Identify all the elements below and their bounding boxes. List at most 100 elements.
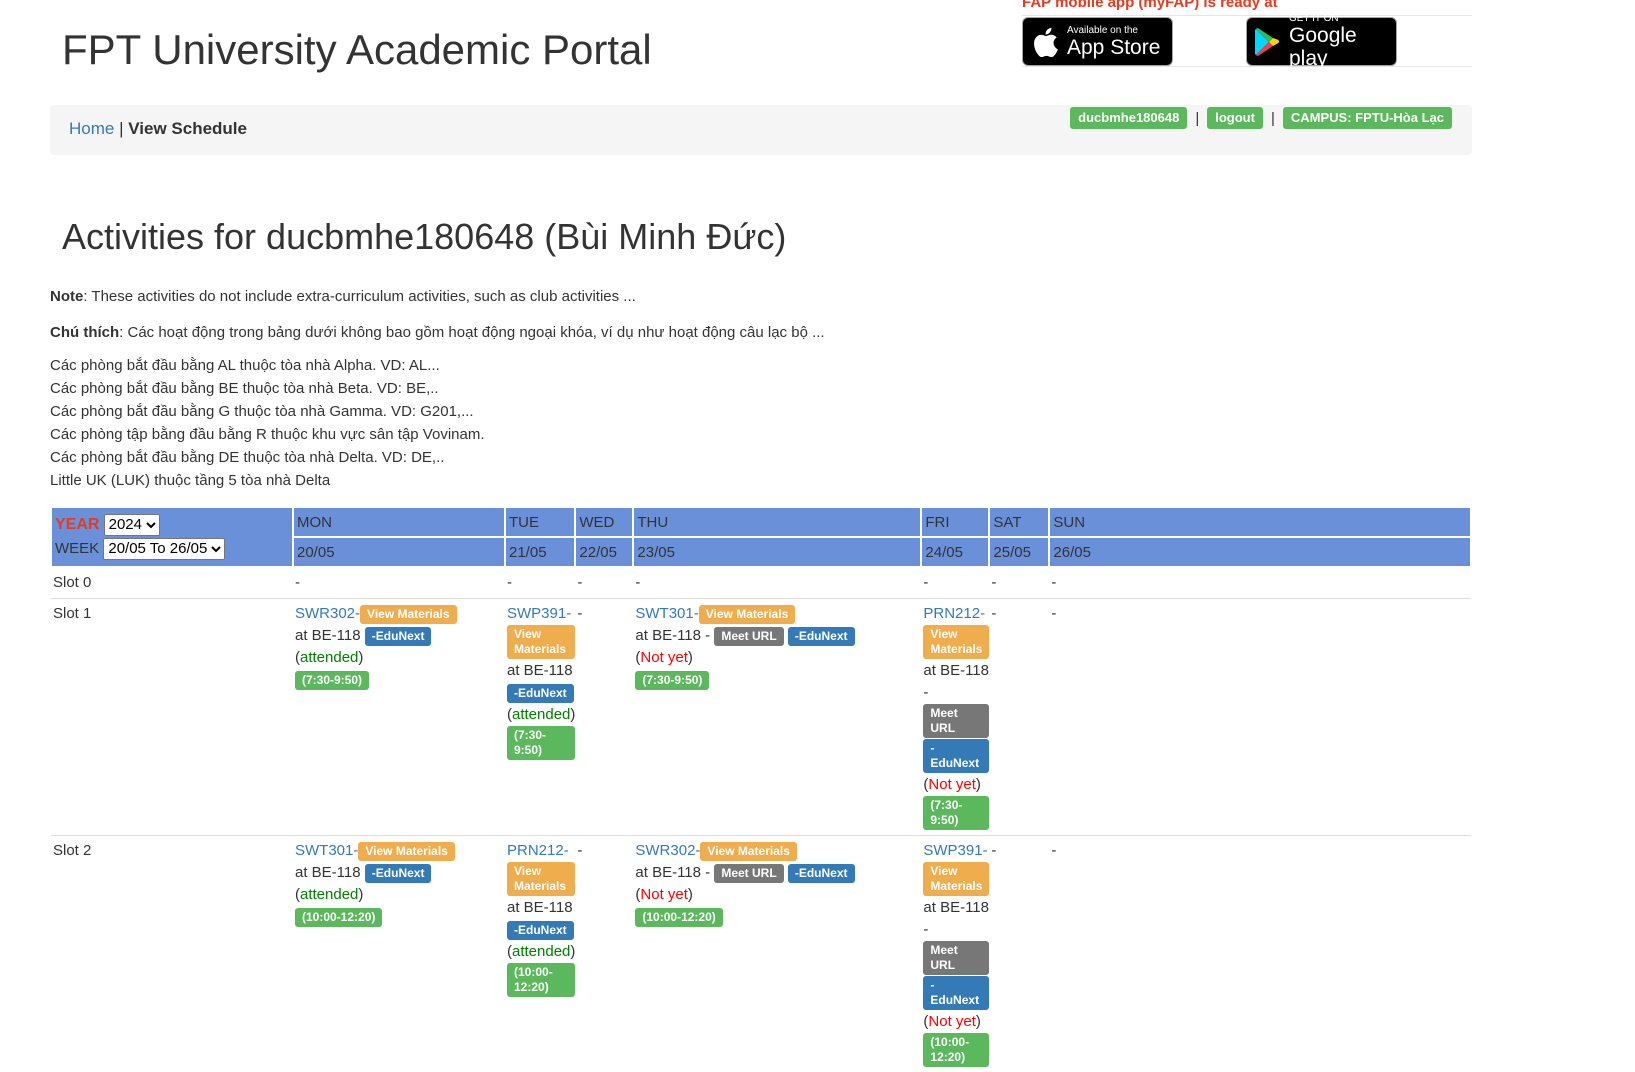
- time-badge: (7:30-9:50): [295, 671, 369, 690]
- edunext-button[interactable]: -EduNext: [923, 739, 989, 773]
- page-title: Activities for ducbmhe180648 (Bùi Minh Đ…: [62, 216, 786, 258]
- empty-cell: -: [295, 574, 300, 591]
- time-badge: (10:00-12:20): [923, 1033, 989, 1067]
- empty-cell: -: [991, 605, 996, 622]
- edunext-button[interactable]: -EduNext: [365, 627, 432, 646]
- course-link[interactable]: PRN212-: [507, 842, 569, 859]
- time-badge: (7:30-9:50): [507, 726, 575, 760]
- building-note: Các phòng bắt đầu bằng BE thuộc tòa nhà …: [50, 377, 825, 400]
- empty-cell: -: [1051, 605, 1056, 622]
- date-header: 22/05: [575, 537, 633, 567]
- day-header: THU: [633, 507, 921, 537]
- date-header: 23/05: [633, 537, 921, 567]
- edunext-button[interactable]: -EduNext: [507, 921, 574, 940]
- date-header: 20/05: [293, 537, 505, 567]
- empty-cell: -: [991, 574, 996, 591]
- empty-cell: -: [507, 574, 512, 591]
- app-store-big-text: App Store: [1067, 36, 1160, 59]
- schedule-cell: -: [575, 836, 633, 1072]
- note-text: : These activities do not include extra-…: [83, 288, 635, 305]
- breadcrumb-separator: |: [119, 119, 123, 138]
- view-materials-button[interactable]: View Materials: [507, 625, 575, 659]
- schedule-table: YEAR 2024 WEEK 20/05 To 26/05 MON TUE WE…: [50, 506, 1472, 1072]
- view-materials-button[interactable]: View Materials: [507, 862, 575, 896]
- logout-button[interactable]: logout: [1207, 107, 1263, 129]
- schedule-body: Slot 0-------Slot 1SWR302-View Materials…: [51, 567, 1471, 1072]
- edunext-button[interactable]: -EduNext: [923, 976, 989, 1010]
- google-play-small-text: GET IT ON: [1289, 13, 1388, 24]
- course-link[interactable]: PRN212-: [923, 605, 985, 622]
- building-note: Các phòng bắt đầu bằng G thuộc tòa nhà G…: [50, 400, 825, 423]
- view-materials-button[interactable]: View Materials: [699, 605, 796, 624]
- empty-cell: -: [991, 842, 996, 859]
- schedule-cell: -: [1049, 836, 1471, 1072]
- view-materials-button[interactable]: View Materials: [700, 842, 797, 861]
- year-label: YEAR: [55, 516, 99, 533]
- chuthich-label: Chú thích: [50, 324, 119, 341]
- edunext-button[interactable]: -EduNext: [365, 864, 432, 883]
- date-header: 25/05: [989, 537, 1049, 567]
- slot-name: Slot 0: [51, 567, 293, 599]
- campus-badge: CAMPUS: FPTU-Hòa Lạc: [1283, 107, 1452, 129]
- notes-section: Note: These activities do not include ex…: [50, 285, 825, 492]
- attendance-status: attended: [512, 706, 570, 723]
- slot-name: Slot 1: [51, 599, 293, 836]
- edunext-button[interactable]: -EduNext: [507, 684, 574, 703]
- time-badge: (7:30-9:50): [923, 796, 989, 830]
- apple-icon: [1031, 28, 1059, 56]
- time-badge: (10:00-12:20): [635, 908, 722, 927]
- edunext-button[interactable]: -EduNext: [788, 627, 855, 646]
- time-badge: (10:00-12:20): [295, 908, 382, 927]
- building-note: Các phòng tập bằng đầu bằng R thuộc khu …: [50, 423, 825, 446]
- schedule-cell: -: [293, 567, 505, 599]
- course-link[interactable]: SWP391-: [507, 605, 571, 622]
- course-link[interactable]: SWR302-: [635, 842, 700, 859]
- schedule-cell: -: [921, 567, 989, 599]
- schedule-cell: SWP391-View Materialsat BE-118 - Meet UR…: [921, 836, 989, 1072]
- date-header: 21/05: [505, 537, 575, 567]
- google-play-badge[interactable]: GET IT ON Google play: [1246, 17, 1397, 66]
- meet-url-button[interactable]: Meet URL: [923, 941, 989, 975]
- year-select[interactable]: 2024: [104, 514, 160, 536]
- username-badge[interactable]: ducbmhe180648: [1070, 107, 1187, 129]
- google-play-big-text: Google play: [1289, 24, 1388, 70]
- google-play-icon: [1255, 28, 1281, 56]
- empty-cell: -: [1051, 842, 1056, 859]
- view-materials-button[interactable]: View Materials: [360, 605, 457, 624]
- schedule-cell: -: [1049, 567, 1471, 599]
- schedule-cell: SWR302-View Materialsat BE-118 - Meet UR…: [633, 836, 921, 1072]
- view-materials-button[interactable]: View Materials: [358, 842, 455, 861]
- app-store-badge[interactable]: Available on the App Store: [1022, 17, 1173, 66]
- slot-name: Slot 2: [51, 836, 293, 1072]
- user-bar: ducbmhe180648 | logout | CAMPUS: FPTU-Hò…: [1070, 107, 1452, 129]
- attendance-status: Not yet: [928, 776, 976, 793]
- divider: [1022, 15, 1472, 16]
- slot-row: Slot 1SWR302-View Materialsat BE-118 -Ed…: [51, 599, 1471, 836]
- week-select[interactable]: 20/05 To 26/05: [103, 538, 225, 560]
- day-header: TUE: [505, 507, 575, 537]
- meet-url-button[interactable]: Meet URL: [714, 627, 783, 646]
- course-link[interactable]: SWT301-: [295, 842, 358, 859]
- course-link[interactable]: SWT301-: [635, 605, 698, 622]
- view-materials-button[interactable]: View Materials: [923, 625, 989, 659]
- day-header: SAT: [989, 507, 1049, 537]
- building-note: Little UK (LUK) thuộc tầng 5 tòa nhà Del…: [50, 469, 825, 492]
- view-materials-button[interactable]: View Materials: [923, 862, 989, 896]
- separator: |: [1271, 110, 1275, 127]
- day-header: MON: [293, 507, 505, 537]
- schedule-cell: -: [575, 567, 633, 599]
- schedule-cell: -: [505, 567, 575, 599]
- meet-url-button[interactable]: Meet URL: [923, 704, 989, 738]
- home-link[interactable]: Home: [69, 119, 114, 138]
- date-header: 26/05: [1049, 537, 1471, 567]
- meet-url-button[interactable]: Meet URL: [714, 864, 783, 883]
- course-link[interactable]: SWP391-: [923, 842, 987, 859]
- schedule-cell: -: [1049, 599, 1471, 836]
- day-header: SUN: [1049, 507, 1471, 537]
- schedule-cell: -: [633, 567, 921, 599]
- building-note: Các phòng bắt đầu bằng AL thuộc tòa nhà …: [50, 354, 825, 377]
- edunext-button[interactable]: -EduNext: [788, 864, 855, 883]
- room-text: at BE-118 -: [635, 627, 710, 644]
- course-link[interactable]: SWR302-: [295, 605, 360, 622]
- room-text: at BE-118 -: [923, 662, 989, 701]
